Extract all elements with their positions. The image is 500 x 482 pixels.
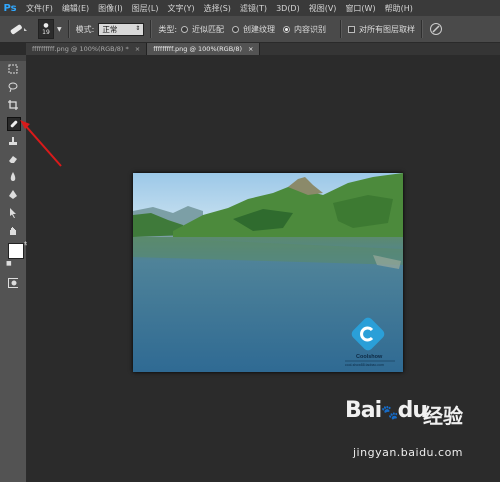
baidu-jingyan-watermark: Bai🐾du 经验 jingyan.baidu.com	[345, 398, 490, 468]
menu-help[interactable]: 帮助(H)	[385, 3, 413, 14]
menu-file[interactable]: 文件(F)	[26, 3, 53, 14]
bandage-icon	[10, 24, 27, 35]
photo-logo-brand: Coolshow	[356, 354, 383, 360]
radio-dot-selected	[283, 25, 291, 33]
eraser-tool-icon[interactable]	[8, 154, 18, 164]
marquee-tool-icon[interactable]	[8, 64, 18, 74]
divider	[421, 20, 424, 38]
radio-content-aware[interactable]: 内容识别	[283, 24, 326, 35]
tool-preset-picker[interactable]	[4, 19, 32, 39]
menu-view[interactable]: 视图(V)	[309, 3, 337, 14]
menu-filter[interactable]: 滤镜(T)	[240, 3, 267, 14]
mode-select[interactable]: 正常 ⇕	[98, 22, 145, 36]
options-bar: ● 19 ▼ 模式: 正常 ⇕ 类型: 近似匹配 创建纹理 内容识别 对所有图层…	[0, 16, 500, 43]
checkbox-label: 对所有图层取样	[359, 24, 416, 34]
divider	[340, 20, 343, 38]
photo-logo-url: cool-show88.taobao.com	[345, 363, 384, 367]
crop-tool-icon[interactable]	[8, 100, 18, 110]
menu-bar: Ps 文件(F) 编辑(E) 图像(I) 图层(L) 文字(Y) 选择(S) 滤…	[0, 0, 500, 16]
default-colors-icon[interactable]: ■	[6, 260, 12, 267]
pressure-brush-icon[interactable]	[429, 22, 443, 36]
type-label: 类型:	[158, 24, 178, 34]
select-arrows-icon: ⇕	[135, 24, 141, 32]
toolbox-grip[interactable]	[0, 55, 26, 61]
tab-document-1[interactable]: ffffffffff.png @ 100%(RGB/8) * ×	[26, 43, 148, 55]
quick-mask-icon[interactable]	[8, 278, 18, 288]
brush-size-value: 19	[42, 29, 50, 36]
menu-3d[interactable]: 3D(D)	[276, 4, 300, 13]
watermark-jingyan: 经验	[423, 404, 463, 428]
close-icon[interactable]: ×	[135, 45, 140, 53]
divider	[150, 20, 153, 38]
clone-stamp-tool-icon[interactable]	[8, 136, 18, 146]
sample-all-layers-checkbox[interactable]: 对所有图层取样	[348, 24, 415, 35]
foreground-color-swatch[interactable]	[8, 243, 24, 259]
radio-label: 创建纹理	[243, 24, 276, 34]
lasso-tool-icon[interactable]	[8, 82, 18, 92]
close-icon[interactable]: ×	[248, 45, 253, 53]
document-image[interactable]: Coolshow cool-show88.taobao.com	[133, 173, 403, 372]
menu-select[interactable]: 选择(S)	[204, 3, 231, 14]
watermark-brand: Bai🐾du	[345, 398, 428, 423]
menu-window[interactable]: 窗口(W)	[345, 3, 375, 14]
menu-layer[interactable]: 图层(L)	[132, 3, 159, 14]
chevron-down-icon[interactable]: ▼	[57, 26, 62, 33]
menu-image[interactable]: 图像(I)	[98, 3, 123, 14]
menu-type[interactable]: 文字(Y)	[167, 3, 194, 14]
document-tabs: ffffffffff.png @ 100%(RGB/8) * × fffffff…	[26, 43, 500, 55]
photoshop-logo: Ps	[3, 2, 17, 14]
radio-label: 近似匹配	[192, 24, 225, 34]
radio-dot	[181, 25, 189, 33]
annotation-arrow	[20, 120, 62, 167]
tab-document-2[interactable]: fffffffff.png @ 100%(RGB/8) ×	[147, 43, 261, 55]
radio-create-texture[interactable]: 创建纹理	[232, 24, 275, 35]
mode-select-value: 正常	[102, 24, 118, 34]
tab-label: fffffffff.png @ 100%(RGB/8)	[153, 45, 243, 53]
blur-tool-icon[interactable]	[8, 172, 18, 182]
radio-proximity-match[interactable]: 近似匹配	[181, 24, 224, 35]
brush-dot-icon: ●	[43, 22, 49, 29]
brush-size-picker[interactable]: ● 19	[38, 19, 54, 39]
watermark-url: jingyan.baidu.com	[353, 446, 464, 459]
paw-icon: 🐾	[381, 405, 398, 421]
path-selection-tool-icon[interactable]	[8, 208, 18, 218]
mode-label: 模式:	[75, 24, 95, 34]
radio-dot	[232, 25, 240, 33]
divider	[67, 20, 70, 38]
pen-tool-icon[interactable]	[8, 190, 18, 200]
lake-landscape-photo: Coolshow cool-show88.taobao.com	[133, 173, 403, 372]
hand-tool-icon[interactable]	[8, 226, 18, 236]
checkbox-box	[348, 25, 356, 33]
tab-label: ffffffffff.png @ 100%(RGB/8) *	[32, 45, 129, 53]
menu-edit[interactable]: 编辑(E)	[62, 3, 89, 14]
radio-label: 内容识别	[294, 24, 327, 34]
